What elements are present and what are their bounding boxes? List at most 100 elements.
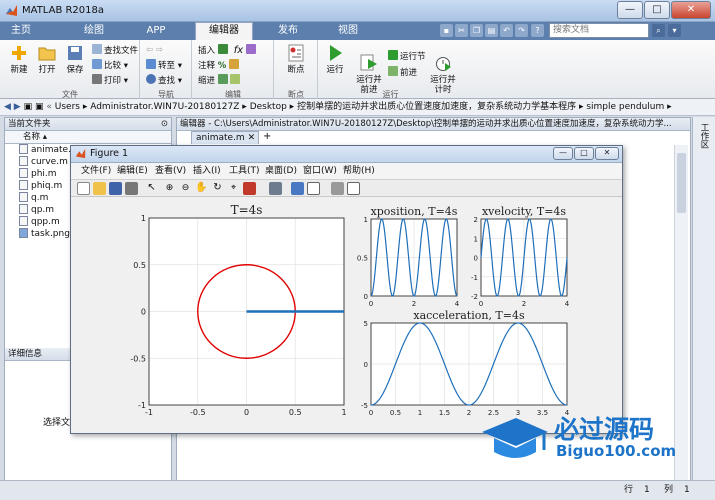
notification-icon[interactable]: ▾ [668, 24, 681, 37]
tab-home[interactable]: 主页 [4, 23, 38, 40]
nav-arrows[interactable]: ⇦ ⇨ [146, 44, 163, 57]
print-button[interactable]: 打印 ▾ [92, 74, 128, 87]
tab-editor[interactable]: 编辑器 [195, 22, 253, 41]
figure-menu-item[interactable]: 文件(F) [81, 164, 111, 179]
print-figure-icon[interactable] [125, 182, 138, 195]
show-tools-icon[interactable] [347, 182, 360, 195]
copy-icon[interactable]: ❐ [470, 24, 483, 37]
run-button[interactable]: 运行 [322, 44, 348, 75]
minimize-button[interactable]: — [617, 1, 643, 19]
figure-menu-item[interactable]: 编辑(E) [117, 164, 148, 179]
new-figure-icon[interactable] [77, 182, 90, 195]
run-section-button[interactable]: 运行节 [388, 50, 426, 63]
new-tab-button[interactable]: + [263, 131, 277, 144]
save-icon[interactable]: ▪ [440, 24, 453, 37]
x-tick-label: 0.5 [390, 409, 401, 417]
percent-icon: % [217, 61, 227, 71]
search-docs-input[interactable]: 搜索文档 [549, 23, 649, 38]
figure-menu-item[interactable]: 帮助(H) [343, 164, 375, 179]
open-button[interactable]: 打开 [34, 44, 60, 75]
figure-menu-item[interactable]: 窗口(W) [303, 164, 337, 179]
figure-menu-item[interactable]: 查看(V) [155, 164, 186, 179]
zoom-in-icon[interactable]: ⊕ [163, 182, 176, 195]
x-tick-label: 0 [479, 300, 483, 308]
goto-button[interactable]: 转至 ▾ [146, 59, 182, 72]
compare-button[interactable]: 比较 ▾ [92, 59, 128, 72]
folder-up-icon[interactable]: ▣ [24, 102, 33, 112]
figure-close-button[interactable]: ✕ [595, 147, 619, 160]
figure-menu-item[interactable]: 工具(T) [229, 164, 260, 179]
zoom-out-icon[interactable]: ⊖ [179, 182, 192, 195]
hide-tools-icon[interactable] [331, 182, 344, 195]
advance-button[interactable]: 前进 [388, 66, 417, 79]
name-column-header[interactable]: 名称 ▴ [5, 131, 171, 144]
data-cursor-icon[interactable]: ⌖ [227, 182, 240, 195]
x-tick-label: 2 [467, 409, 471, 417]
redo-icon[interactable]: ↷ [515, 24, 528, 37]
tab-publish[interactable]: 发布 [266, 23, 310, 40]
tab-view[interactable]: 视图 [326, 23, 370, 40]
link-plot-icon[interactable] [269, 182, 282, 195]
figure-maximize-button[interactable]: □ [574, 147, 594, 160]
editor-tab-animate[interactable]: animate.m ✕ [191, 131, 259, 144]
save-figure-icon[interactable] [109, 182, 122, 195]
folder-icon [38, 47, 56, 61]
path-seg-pendulum[interactable]: simple pendulum [586, 102, 664, 112]
m-file-icon [19, 180, 28, 190]
path-seg-admin[interactable]: Administrator.WIN7U-20180127Z [90, 102, 239, 112]
open-figure-icon[interactable] [93, 182, 106, 195]
paste-icon[interactable]: ▤ [485, 24, 498, 37]
graduation-cap-icon [482, 418, 548, 458]
tab-plots[interactable]: 绘图 [72, 23, 116, 40]
x-tick-label: 4 [455, 300, 460, 308]
path-seg-project[interactable]: 控制单摆的运动并求出质心位置速度加速度，复杂系统动力学基本程序 [297, 102, 576, 112]
search-icon[interactable]: ⌕ [652, 24, 665, 37]
m-file-icon [19, 216, 28, 226]
new-button[interactable]: 新建 [6, 44, 32, 75]
breakpoint-icon [288, 44, 304, 62]
colorbar-icon[interactable] [291, 182, 304, 195]
legend-icon[interactable] [307, 182, 320, 195]
y-tick-label: 1 [474, 235, 478, 243]
stopwatch-icon [436, 57, 451, 71]
path-seg-desktop[interactable]: Desktop [250, 102, 287, 112]
figure-menu-item[interactable]: 桌面(D) [265, 164, 297, 179]
m-file-icon [19, 156, 28, 166]
x-tick-label: -0.5 [190, 408, 206, 417]
figure-menu-item[interactable]: 插入(I) [193, 164, 221, 179]
find-files-button[interactable]: 查找文件 [92, 44, 138, 57]
wrap-comment-icon [228, 59, 239, 69]
pointer-icon[interactable]: ↖ [145, 182, 158, 195]
cut-icon[interactable]: ✂ [455, 24, 468, 37]
indent-button[interactable]: 缩进 [198, 74, 242, 87]
breakpoints-button[interactable]: 断点 [282, 44, 310, 75]
pan-icon[interactable]: ✋ [195, 182, 208, 195]
browse-icon[interactable]: ▣ [35, 102, 44, 112]
brush-icon[interactable] [243, 182, 256, 195]
save-button[interactable]: 保存 [62, 44, 88, 75]
figure-minimize-button[interactable]: — [553, 147, 573, 160]
y-tick-label: 1 [141, 214, 146, 223]
y-tick-label: 0 [364, 293, 368, 301]
y-tick-label: 5 [364, 320, 368, 328]
m-file-icon [19, 192, 28, 202]
new-icon [12, 46, 26, 60]
y-tick-label: 0 [141, 308, 146, 317]
floppy-icon [68, 46, 82, 60]
comment-button[interactable]: 注释 % [198, 59, 241, 72]
insert-button[interactable]: 插入 fx [198, 44, 258, 57]
forward-icon[interactable]: ▶ [14, 102, 21, 112]
back-icon[interactable]: ◀ [4, 102, 11, 112]
undo-icon[interactable]: ↶ [500, 24, 513, 37]
maximize-button[interactable]: □ [644, 1, 670, 19]
rotate-icon[interactable]: ↻ [211, 182, 224, 195]
tab-apps[interactable]: APP [134, 23, 178, 40]
help-icon[interactable]: ? [531, 24, 544, 37]
path-seg-users[interactable]: Users [55, 102, 80, 112]
close-button[interactable]: ✕ [671, 1, 711, 19]
panel-menu-icon[interactable]: ⊙ [161, 118, 168, 130]
address-bar[interactable]: ◀ ▶ ▣ ▣ « Users ▸ Administrator.WIN7U-20… [0, 99, 715, 116]
matlab-logo-icon [6, 5, 17, 16]
find-button[interactable]: 查找 ▾ [146, 74, 182, 87]
watermark-cn-text: 必过源码 [554, 415, 655, 444]
